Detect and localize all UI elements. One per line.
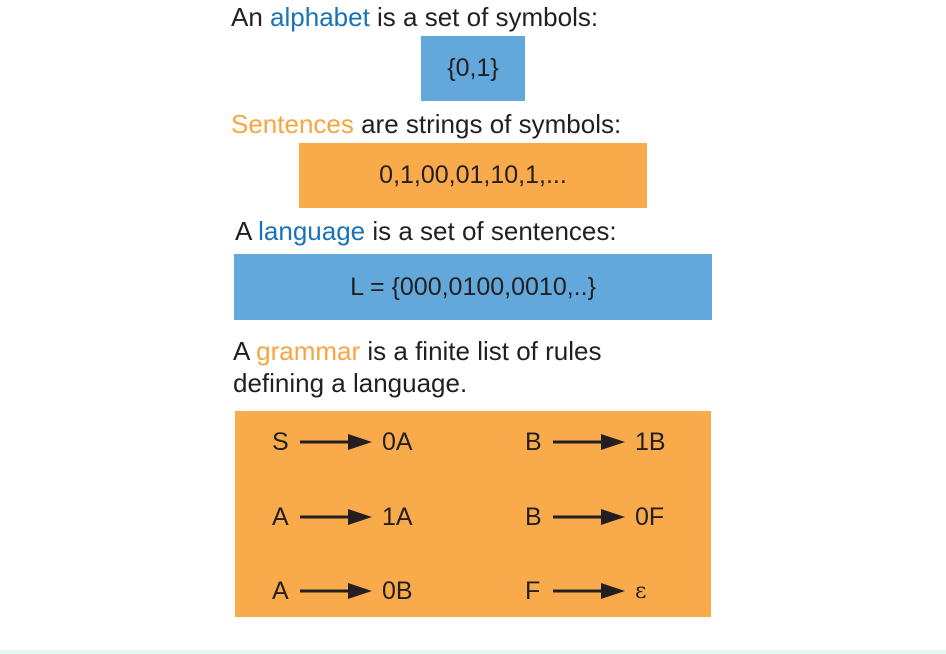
grammar-prefix: A: [233, 336, 257, 366]
sentences-definition: Sentences are strings of symbols:: [231, 109, 621, 139]
grammar-rule: S 0A: [272, 427, 413, 457]
right-arrow-icon: [553, 583, 625, 599]
sentences-keyword: Sentences: [231, 109, 354, 139]
rule-rhs: 0F: [635, 502, 665, 531]
grammar-rule: B 1B: [525, 427, 666, 457]
grammar-definition: A grammar is a finite list of rules: [233, 336, 601, 366]
rule-rhs: 0B: [382, 576, 413, 605]
grammar-suffix: is a finite list of rules: [360, 336, 602, 366]
sentences-example: 0,1,00,01,10,1,...: [379, 161, 567, 189]
rule-rhs: 0A: [382, 427, 413, 456]
right-arrow-icon: [300, 509, 372, 525]
alphabet-prefix: An: [231, 2, 271, 32]
grammar-rule: A 0B: [272, 576, 413, 606]
grammar-rule: B 0F: [525, 502, 664, 532]
alphabet-example-box: {0,1}: [421, 36, 525, 101]
language-definition: A language is a set of sentences:: [235, 216, 617, 246]
alphabet-suffix: is a set of symbols:: [369, 2, 599, 32]
sentences-example-box: 0,1,00,01,10,1,...: [299, 143, 647, 208]
language-keyword: language: [258, 216, 366, 246]
grammar-definition-line2: defining a language.: [233, 368, 468, 398]
rule-lhs: B: [525, 502, 542, 531]
grammar-rule: A 1A: [272, 502, 413, 532]
language-prefix: A: [235, 216, 259, 246]
right-arrow-icon: [553, 509, 625, 525]
language-suffix: is a set of sentences:: [365, 216, 617, 246]
rule-lhs: S: [272, 427, 289, 456]
alphabet-example: {0,1}: [447, 54, 499, 82]
language-example: L = {000,0100,0010,..}: [350, 272, 596, 301]
rule-lhs: A: [272, 502, 289, 531]
rule-rhs: ε: [635, 578, 647, 604]
right-arrow-icon: [553, 434, 625, 450]
rule-rhs: 1B: [635, 427, 666, 456]
grammar-rules-box: S 0A B 1B A 1A B 0F A 0B F ε: [235, 411, 711, 617]
right-arrow-icon: [300, 434, 372, 450]
sentences-suffix: are strings of symbols:: [353, 109, 622, 139]
right-arrow-icon: [300, 583, 372, 599]
grammar-rule: F ε: [525, 576, 646, 606]
bottom-divider: [0, 650, 946, 654]
alphabet-keyword: alphabet: [270, 2, 370, 32]
language-example-box: L = {000,0100,0010,..}: [234, 254, 712, 320]
rule-lhs: A: [272, 576, 289, 605]
rule-lhs: F: [525, 576, 541, 605]
rule-rhs: 1A: [382, 502, 413, 531]
alphabet-definition: An alphabet is a set of symbols:: [231, 2, 598, 32]
rule-lhs: B: [525, 427, 542, 456]
grammar-keyword: grammar: [256, 336, 361, 366]
